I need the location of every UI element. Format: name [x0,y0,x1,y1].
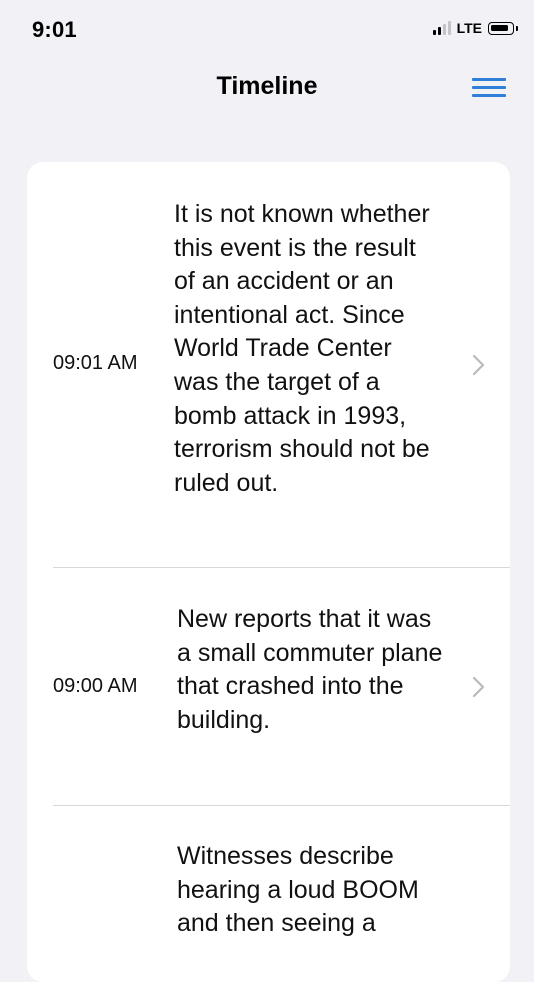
page-title: Timeline [216,72,318,100]
timeline-row-text: It is not known whether this event is th… [174,200,430,497]
network-type-label: LTE [456,20,482,36]
chevron-right-icon [472,676,485,698]
timeline-row[interactable]: 09:01 AM It is not known whether this ev… [27,162,510,567]
signal-strength-icon [432,21,451,35]
timeline-card: 09:01 AM It is not known whether this ev… [27,162,510,982]
chevron-right-icon [472,354,485,376]
timeline-row-time: 09:00 AM [53,675,138,697]
status-bar: 9:01 LTE [0,0,534,62]
status-time: 9:01 [32,17,77,42]
battery-icon [488,21,518,35]
hamburger-menu-icon[interactable] [472,76,506,98]
timeline-row-text: New reports that it was a small commuter… [177,605,443,734]
timeline-row[interactable]: 09:00 AM New reports that it was a small… [27,568,510,805]
status-indicators: LTE [432,20,518,36]
timeline-row[interactable]: Witnesses describe hearing a loud BOOM a… [27,806,510,982]
timeline-row-text: Witnesses describe hearing a loud BOOM a… [177,842,419,938]
timeline-row-time: 09:01 AM [53,352,138,374]
